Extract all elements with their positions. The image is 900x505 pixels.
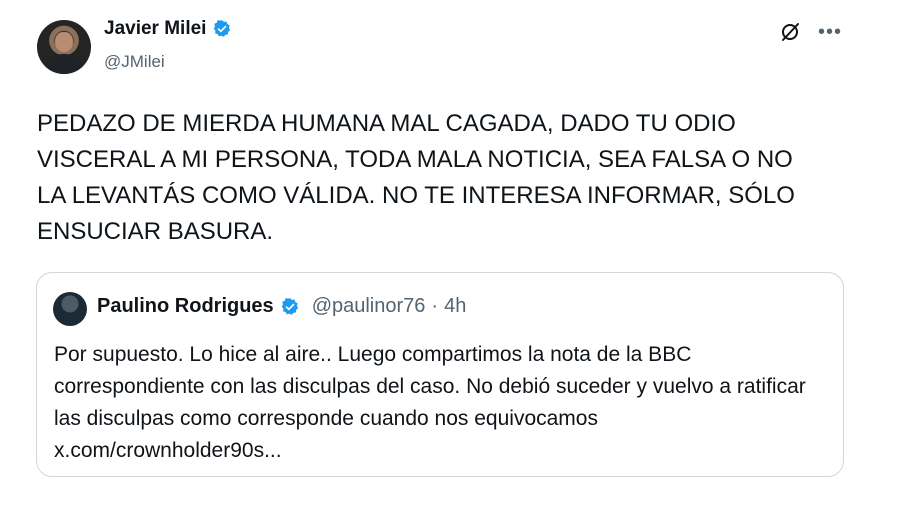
verified-badge-icon [214,20,231,37]
author-name-row: Javier Milei [104,18,232,40]
author-handle[interactable]: @JMilei [104,52,165,72]
more-options-icon[interactable]: ••• [818,22,842,42]
quoted-author-avatar[interactable] [53,292,87,326]
quoted-tweet-text: Por supuesto. Lo hice al aire.. Luego co… [54,343,806,462]
tweet-text: PEDAZO DE MIERDA HUMANA MAL CAGADA, DADO… [37,110,795,245]
avatar-body [44,54,84,74]
separator-dot: · [431,295,439,317]
grok-icon[interactable] [780,22,800,42]
quoted-header: Paulino Rodrigues @paulinor76 · 4h [97,295,466,318]
verified-badge-icon [281,297,298,315]
author-avatar[interactable] [37,20,91,74]
avatar-face [55,32,73,52]
quoted-timestamp[interactable]: 4h [444,295,466,318]
author-name[interactable]: Javier Milei [104,18,206,40]
tweet: Javier Milei @JMilei ••• PEDAZO DE MIERD… [0,0,900,505]
quoted-tweet[interactable]: Paulino Rodrigues @paulinor76 · 4h Por s… [36,272,844,477]
quoted-author-name[interactable]: Paulino Rodrigues [97,295,274,318]
quoted-author-handle[interactable]: @paulinor76 [312,295,426,318]
